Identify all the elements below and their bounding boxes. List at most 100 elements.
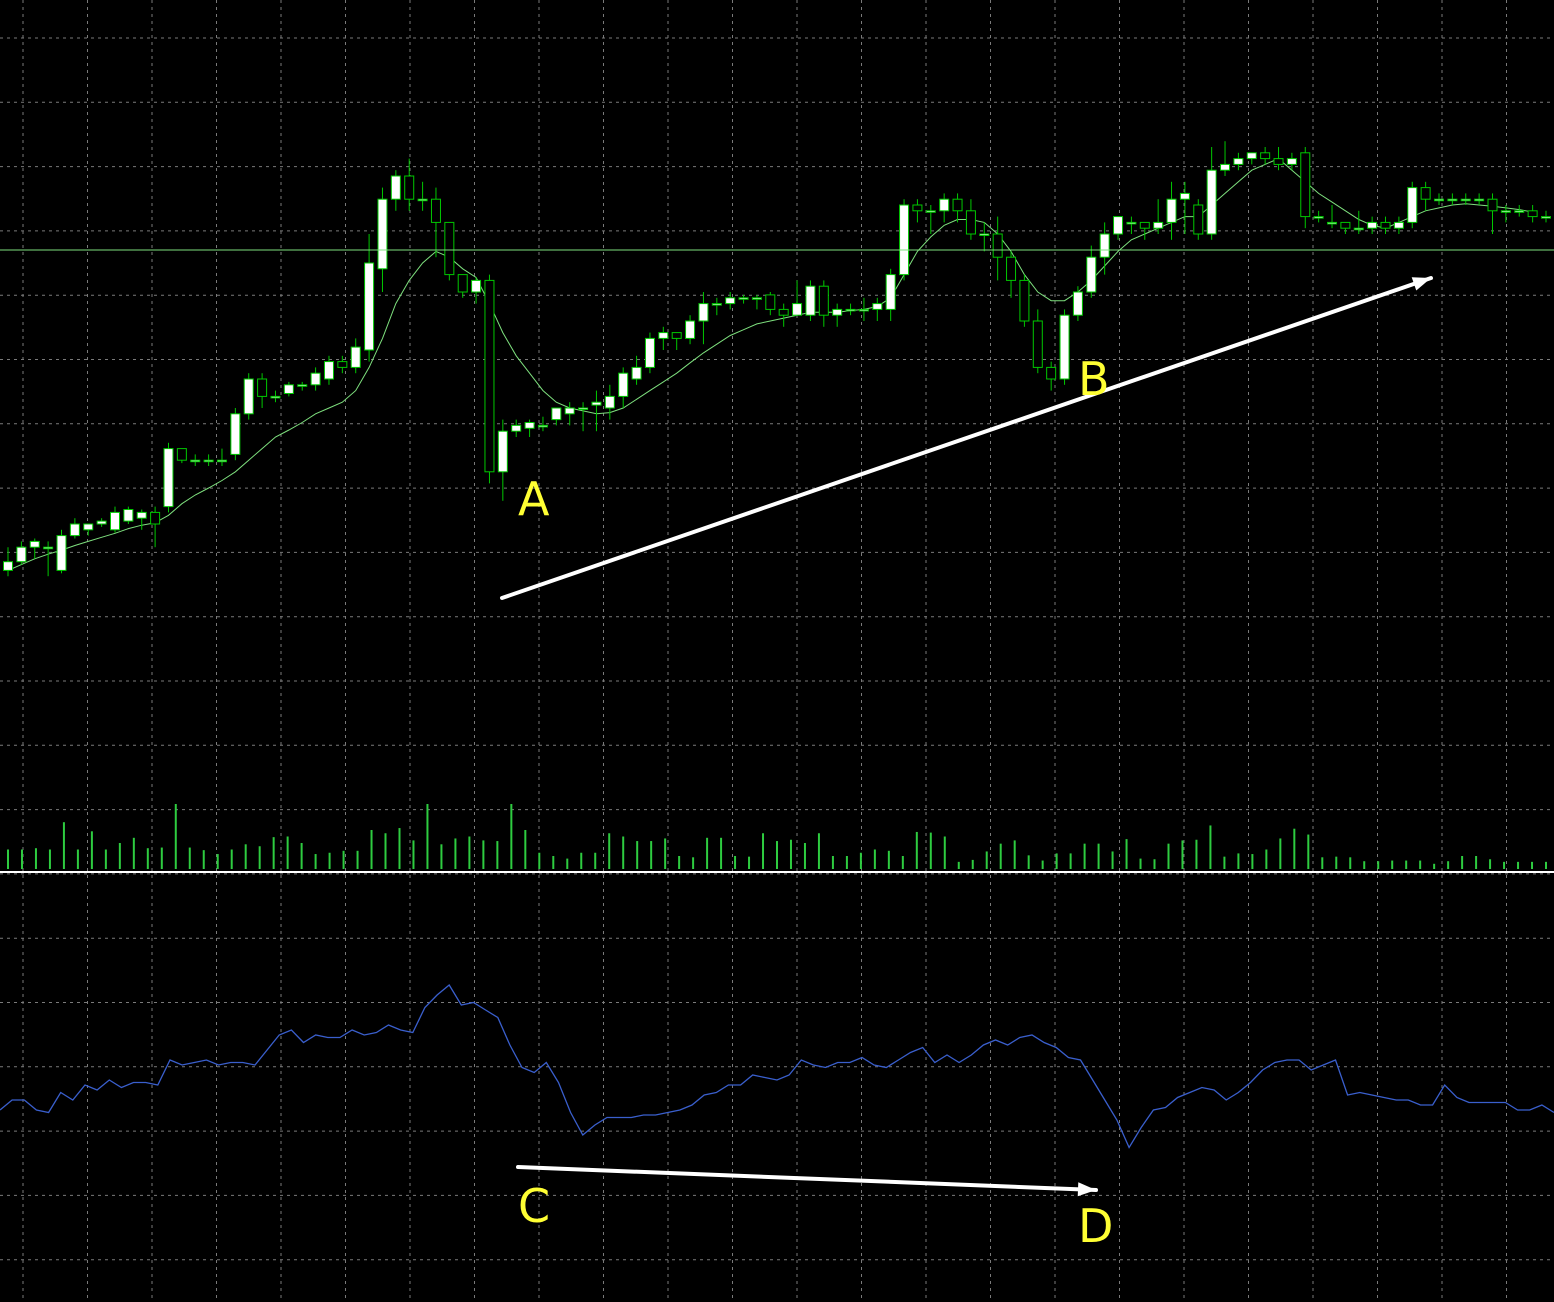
- candle: [444, 221, 455, 281]
- candle: [578, 402, 589, 432]
- arrow-shaft: [500, 276, 1433, 600]
- candle: [1233, 152, 1244, 171]
- candle: [176, 448, 187, 464]
- candle-body-bull: [190, 459, 201, 463]
- candle: [952, 193, 963, 223]
- candle: [711, 297, 722, 316]
- candle-body-bull: [658, 332, 669, 339]
- candle-body-bear: [765, 294, 776, 310]
- candle-body-bear: [337, 361, 348, 368]
- candle: [1541, 210, 1551, 223]
- candle-body-bull: [511, 424, 522, 432]
- candle: [979, 222, 990, 252]
- candle-body-bear: [912, 204, 923, 212]
- candle-body-bull: [698, 303, 709, 322]
- candle-body-bear: [1340, 221, 1351, 229]
- candle-body-bear: [430, 198, 441, 223]
- candle: [511, 419, 522, 437]
- candle: [1220, 141, 1231, 176]
- candle-body-bull: [243, 378, 254, 415]
- candle-body-bull: [497, 430, 508, 473]
- candle: [1327, 205, 1338, 229]
- candle-body-bear: [1260, 152, 1271, 160]
- candle-body-bear: [1193, 204, 1204, 235]
- candle: [965, 199, 976, 240]
- candle-body-bull: [203, 459, 214, 463]
- candle-body-bull: [1393, 221, 1404, 229]
- candle: [765, 292, 776, 316]
- candle-body-bear: [1032, 320, 1043, 368]
- candle: [390, 170, 401, 211]
- candle-body-bull: [350, 346, 361, 368]
- candle-body-bull: [1179, 192, 1190, 200]
- candle: [257, 373, 268, 408]
- candle: [644, 332, 655, 374]
- oscillator-trend-arrow: [516, 1165, 1098, 1197]
- candle-body-bull: [925, 210, 936, 213]
- candle: [1019, 274, 1030, 327]
- candle: [845, 303, 856, 316]
- candle-body-bull: [631, 366, 642, 380]
- candle-body-bull: [1086, 256, 1097, 293]
- candle-body-bear: [444, 221, 455, 276]
- candle-body-bull: [685, 320, 696, 339]
- candle: [83, 523, 94, 536]
- candle: [216, 448, 227, 466]
- candle-body-bear: [1019, 279, 1030, 322]
- candle-body-bull: [578, 407, 589, 410]
- candle: [1487, 193, 1498, 234]
- oscillator-line: [0, 984, 1554, 1149]
- candle: [43, 541, 54, 577]
- candle-body-bear: [1420, 187, 1431, 200]
- candle-body-bear: [965, 210, 976, 235]
- candle-body-bull: [1367, 221, 1378, 229]
- candle: [604, 384, 615, 420]
- candle-body-bull: [270, 395, 281, 399]
- candle: [96, 518, 107, 527]
- candle: [1032, 309, 1043, 374]
- candle-body-bear: [1273, 158, 1284, 165]
- candle: [1340, 221, 1351, 234]
- candle-body-bull: [711, 303, 722, 306]
- candle-body-bull: [1407, 187, 1418, 223]
- annotation-label-d: D: [1078, 1199, 1113, 1253]
- candle: [1367, 216, 1378, 234]
- chart-canvas: A B C D: [0, 0, 1554, 1302]
- candle-body-bull: [471, 279, 482, 293]
- candle-body-bull: [1113, 216, 1124, 235]
- candle-body-bull: [69, 523, 80, 537]
- candle: [524, 419, 535, 437]
- candle-body-bear: [818, 285, 829, 316]
- candle: [16, 541, 27, 565]
- candle: [56, 529, 67, 574]
- candle-body-bull: [43, 546, 54, 550]
- arrow-head: [1077, 1182, 1096, 1197]
- candle: [1460, 193, 1471, 205]
- candle: [1179, 181, 1190, 234]
- candle-body-bull: [123, 509, 134, 522]
- candle: [1153, 199, 1164, 234]
- candle: [497, 419, 508, 501]
- candle-body-bull: [979, 233, 990, 236]
- candle: [778, 303, 789, 327]
- candle-body-bull: [1327, 221, 1338, 225]
- candle: [283, 381, 294, 397]
- arrow-shaft: [516, 1165, 1098, 1192]
- candle-body-bull: [1099, 233, 1110, 258]
- candle-body-bear: [1487, 198, 1498, 212]
- candle-body-bull: [29, 540, 40, 548]
- candle: [163, 442, 174, 513]
- candle-body-bull: [792, 303, 803, 316]
- oscillator-pane: [0, 984, 1554, 1149]
- candle: [243, 373, 254, 420]
- candle: [698, 292, 709, 345]
- candle-body-bull: [738, 297, 749, 300]
- candle-body-bull: [537, 424, 548, 428]
- candle: [1527, 205, 1538, 223]
- candle-body-bull: [390, 175, 401, 200]
- candle-body-bull: [604, 395, 615, 409]
- candle: [1072, 286, 1083, 321]
- candle: [912, 199, 923, 223]
- candle: [591, 390, 602, 432]
- candle: [1313, 210, 1324, 223]
